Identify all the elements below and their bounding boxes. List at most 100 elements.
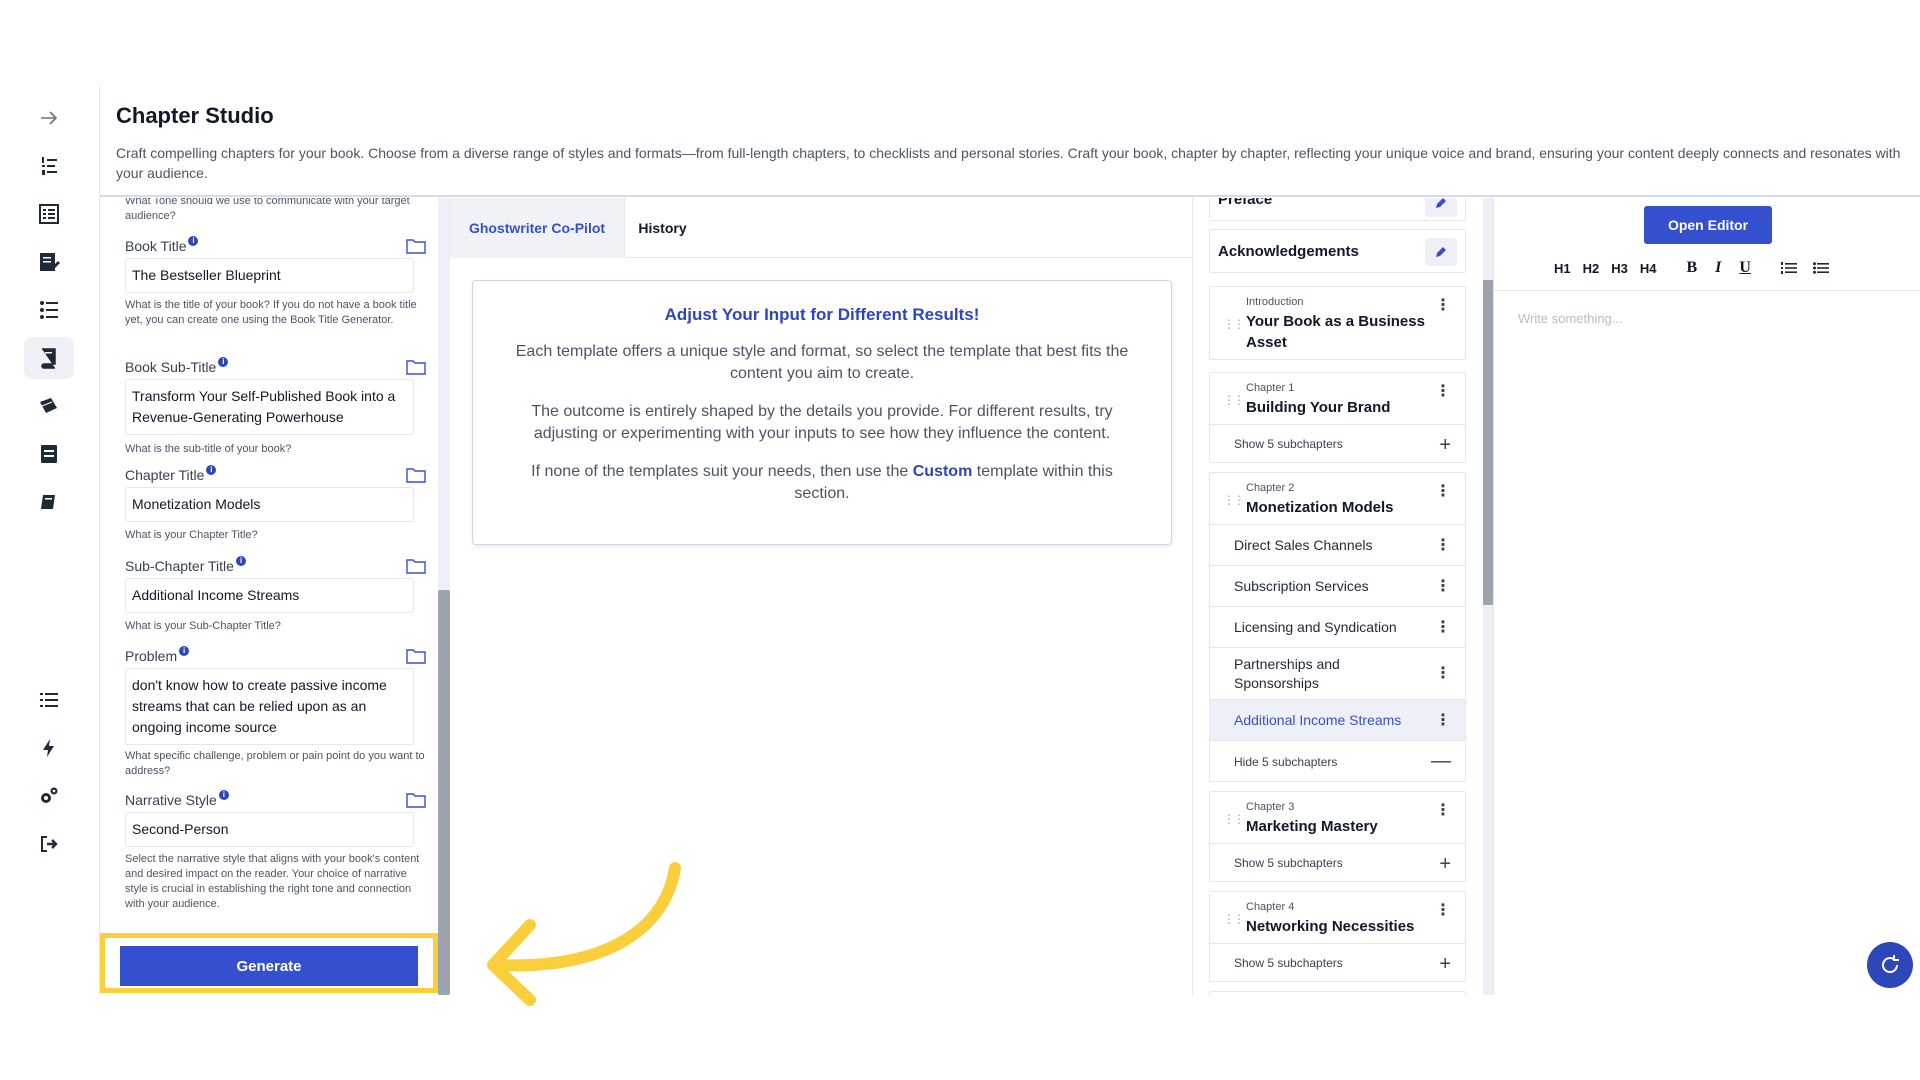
refresh-icon — [1882, 955, 1899, 974]
book-icon[interactable] — [24, 481, 74, 523]
icon-rail — [0, 85, 100, 995]
more-options-icon[interactable]: ⋮ — [1435, 617, 1451, 637]
tab-history[interactable]: History — [625, 198, 700, 258]
folder-icon[interactable] — [406, 467, 426, 483]
lightning-icon[interactable] — [24, 727, 74, 769]
more-options-icon[interactable]: ⋮ — [1435, 381, 1451, 401]
edit-button[interactable] — [1425, 198, 1457, 217]
subchapter-title-input[interactable]: Additional Income Streams — [125, 578, 414, 613]
tab-ghostwriter-copilot[interactable]: Ghostwriter Co-Pilot — [450, 198, 625, 258]
more-options-icon[interactable]: ⋮ — [1435, 900, 1451, 920]
generate-button[interactable]: Generate — [120, 946, 418, 986]
info-icon[interactable]: i — [188, 236, 199, 246]
introduction-item[interactable]: ⋮⋮ Introduction Your Book as a Business … — [1209, 286, 1466, 360]
folder-icon[interactable] — [406, 238, 426, 254]
chapter-studio-icon[interactable] — [24, 337, 74, 379]
tone-hint: What Tone should we use to communicate w… — [125, 198, 410, 222]
editor-placeholder: Write something... — [1518, 311, 1623, 326]
drag-handle-icon[interactable]: ⋮⋮ — [1223, 393, 1245, 407]
books-icon[interactable] — [24, 385, 74, 427]
arrow-right-icon[interactable] — [24, 97, 74, 139]
logout-icon[interactable] — [24, 823, 74, 865]
subchapter-title-label: Sub-Chapter Title — [125, 558, 234, 574]
book-title-input[interactable]: The Bestseller Blueprint — [125, 258, 414, 293]
heading-3-button[interactable]: H3 — [1611, 261, 1628, 276]
show-subchapters-toggle[interactable]: Show 5 subchapters — [1234, 437, 1343, 451]
chapter-title-label: Chapter Title — [125, 467, 205, 483]
chapters-scrollbar-thumb[interactable] — [1483, 280, 1493, 605]
drag-handle-icon[interactable]: ⋮⋮ — [1223, 812, 1245, 826]
acknowledgements-item[interactable]: Acknowledgements — [1209, 229, 1466, 273]
folder-icon[interactable] — [406, 359, 426, 375]
folder-icon[interactable] — [406, 648, 426, 664]
drag-handle-icon[interactable]: ⋮⋮ — [1223, 912, 1245, 926]
minus-icon[interactable]: — — [1431, 751, 1451, 771]
generate-highlight: Generate — [100, 933, 438, 993]
custom-template-link[interactable]: Custom — [913, 463, 973, 480]
heading-2-button[interactable]: H2 — [1583, 261, 1600, 276]
problem-input[interactable]: don't know how to create passive income … — [125, 668, 414, 745]
help-chat-button[interactable] — [1867, 942, 1913, 988]
folder-icon[interactable] — [406, 558, 426, 574]
plus-icon[interactable]: + — [1439, 954, 1451, 974]
more-options-icon[interactable]: ⋮ — [1435, 576, 1451, 596]
list-icon[interactable] — [24, 679, 74, 721]
archive-icon[interactable] — [24, 433, 74, 475]
bold-button[interactable]: B — [1687, 259, 1698, 277]
narrative-style-input[interactable]: Second-Person — [125, 812, 414, 847]
subchapter-item[interactable]: Licensing and Syndication ⋮ — [1210, 607, 1465, 648]
more-options-icon[interactable]: ⋮ — [1435, 663, 1451, 683]
pencil-icon — [1436, 198, 1446, 208]
more-options-icon[interactable]: ⋮ — [1435, 710, 1451, 730]
info-icon[interactable]: i — [218, 790, 229, 800]
subchapter-item[interactable]: Direct Sales Channels ⋮ — [1210, 525, 1465, 566]
preface-item[interactable]: Preface — [1209, 198, 1466, 221]
info-icon[interactable]: i — [179, 646, 190, 656]
italic-button[interactable]: I — [1715, 259, 1721, 277]
ordered-list-icon[interactable] — [24, 145, 74, 187]
more-options-icon[interactable]: ⋮ — [1435, 481, 1451, 501]
subchapter-title-help: What is your Sub-Chapter Title? — [125, 620, 281, 632]
info-icon[interactable]: i — [235, 556, 246, 566]
editor-content-area[interactable]: Write something... — [1494, 290, 1920, 980]
subchapter-item[interactable]: Subscription Services ⋮ — [1210, 566, 1465, 607]
edit-document-icon[interactable] — [24, 241, 74, 283]
book-subtitle-input[interactable]: Transform Your Self-Published Book into … — [125, 379, 414, 435]
open-editor-button[interactable]: Open Editor — [1644, 206, 1772, 244]
chapter-4-item[interactable]: ⋮⋮ Chapter 4 Networking Necessities ⋮ Sh… — [1209, 891, 1466, 982]
heading-1-button[interactable]: H1 — [1554, 261, 1571, 276]
chapters-scrollbar[interactable] — [1483, 198, 1493, 995]
show-subchapters-toggle[interactable]: Show 5 subchapters — [1234, 956, 1343, 970]
more-options-icon[interactable]: ⋮ — [1435, 800, 1451, 820]
more-options-icon[interactable]: ⋮ — [1435, 295, 1451, 315]
checklist-icon[interactable] — [24, 289, 74, 331]
drag-handle-icon[interactable]: ⋮⋮ — [1223, 493, 1245, 507]
info-icon[interactable]: i — [206, 465, 217, 475]
tab-bar: Ghostwriter Co-Pilot History — [450, 198, 1193, 258]
chapters-panel: Preface Acknowledgements ⋮⋮ Introduction… — [1193, 198, 1483, 995]
more-options-icon[interactable]: ⋮ — [1435, 535, 1451, 555]
heading-4-button[interactable]: H4 — [1640, 261, 1657, 276]
chapter-title-input[interactable]: Monetization Models — [125, 487, 414, 522]
edit-button[interactable] — [1425, 238, 1457, 266]
chapter-2-item[interactable]: ⋮⋮ Chapter 2 Monetization Models ⋮ Direc… — [1209, 472, 1466, 782]
table-list-icon[interactable] — [24, 193, 74, 235]
form-scrollbar[interactable] — [438, 198, 450, 995]
subchapter-item-active[interactable]: Additional Income Streams ⋮ — [1210, 700, 1465, 741]
chapter-1-item[interactable]: ⋮⋮ Chapter 1 Building Your Brand ⋮ Show … — [1209, 372, 1466, 463]
plus-icon[interactable]: + — [1439, 854, 1451, 874]
bullet-list-icon[interactable] — [1812, 261, 1829, 275]
folder-icon[interactable] — [406, 792, 426, 808]
info-icon[interactable]: i — [218, 357, 229, 367]
chapter-5-item[interactable] — [1209, 991, 1466, 995]
form-scrollbar-thumb[interactable] — [438, 590, 450, 995]
plus-icon[interactable]: + — [1439, 435, 1451, 455]
drag-handle-icon[interactable]: ⋮⋮ — [1223, 317, 1245, 331]
chapter-3-item[interactable]: ⋮⋮ Chapter 3 Marketing Mastery ⋮ Show 5 … — [1209, 791, 1466, 882]
underline-button[interactable]: U — [1739, 259, 1751, 277]
hide-subchapters-toggle[interactable]: Hide 5 subchapters — [1234, 755, 1337, 769]
subchapter-item[interactable]: Partnerships and Sponsorships ⋮ — [1210, 648, 1465, 700]
gears-icon[interactable] — [24, 775, 74, 817]
ordered-list-icon[interactable] — [1780, 261, 1797, 275]
show-subchapters-toggle[interactable]: Show 5 subchapters — [1234, 856, 1343, 870]
